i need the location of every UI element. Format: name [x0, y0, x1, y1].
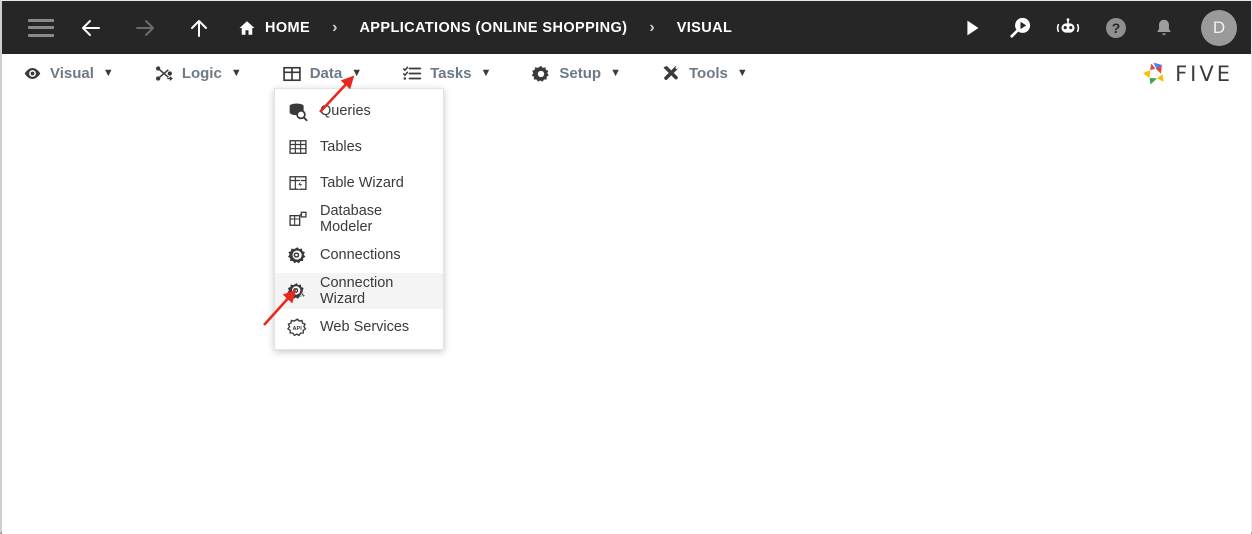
menu-item-data[interactable]: Data ▼ — [282, 64, 362, 84]
breadcrumb-item-applications[interactable]: APPLICATIONS (ONLINE SHOPPING) — [359, 20, 627, 36]
top-navigation-bar: HOME › APPLICATIONS (ONLINE SHOPPING) › … — [2, 1, 1251, 57]
menu-option-tables[interactable]: Tables — [275, 129, 443, 165]
menu-item-tools[interactable]: Tools ▼ — [661, 64, 748, 84]
chevron-down-icon: ▼ — [102, 67, 114, 79]
menu-option-database-modeler[interactable]: Database Modeler — [275, 201, 443, 237]
assistant-button[interactable] — [1051, 11, 1085, 45]
up-button[interactable] — [182, 11, 216, 45]
back-button[interactable] — [74, 11, 108, 45]
help-button[interactable]: ? — [1099, 11, 1133, 45]
application-window: HOME › APPLICATIONS (ONLINE SHOPPING) › … — [0, 0, 1252, 534]
breadcrumb-separator: › — [332, 18, 338, 36]
chevron-down-icon: ▼ — [480, 67, 492, 79]
five-pinwheel-icon — [1143, 62, 1164, 84]
svg-text:?: ? — [1112, 20, 1121, 36]
menu-label-logic: Logic — [181, 65, 222, 82]
gear-icon — [531, 64, 551, 84]
menu-option-connection-wizard[interactable]: Connection Wizard — [275, 273, 443, 309]
menu-label-data: Data — [309, 65, 343, 82]
home-icon — [239, 20, 255, 35]
table-grid-icon — [287, 137, 308, 158]
table-wizard-icon — [287, 173, 308, 194]
topbar-actions: ? D — [955, 9, 1237, 46]
menu-label-setup: Setup — [559, 65, 602, 82]
run-button[interactable] — [955, 11, 989, 45]
connection-wizard-icon — [287, 281, 308, 302]
forward-arrow-icon — [136, 19, 154, 36]
menu-label-visual: Visual — [50, 65, 94, 82]
breadcrumb-separator-2: › — [649, 18, 655, 36]
menu-option-web-services[interactable]: API Web Services — [275, 309, 443, 345]
chevron-down-icon: ▼ — [610, 67, 621, 79]
avatar[interactable]: D — [1201, 9, 1237, 46]
menu-item-tasks[interactable]: Tasks ▼ — [402, 64, 491, 84]
menu-option-label-tables: Tables — [320, 139, 362, 155]
bell-icon — [1157, 19, 1171, 35]
back-arrow-icon — [82, 19, 100, 36]
main-canvas — [2, 94, 1251, 534]
tools-icon — [661, 64, 681, 84]
menu-option-label-web-services: Web Services — [320, 319, 410, 335]
up-arrow-icon — [191, 19, 207, 37]
forward-button[interactable] — [128, 11, 162, 45]
menu-label-tasks: Tasks — [430, 65, 472, 82]
menu-item-logic[interactable]: Logic ▼ — [154, 64, 242, 84]
database-search-icon — [287, 101, 308, 122]
breadcrumb: HOME › APPLICATIONS (ONLINE SHOPPING) › … — [238, 19, 732, 37]
menu-label-tools: Tools — [688, 65, 728, 82]
chevron-down-icon: ▼ — [351, 67, 363, 79]
data-dropdown-menu: Queries Tables Table Wizard Database Mod… — [274, 88, 444, 350]
menu-item-visual[interactable]: Visual ▼ — [22, 64, 114, 84]
brand-logo: FIVE — [1140, 60, 1233, 88]
menu-option-label-connections: Connections — [320, 247, 401, 263]
table-grid-icon — [282, 64, 302, 84]
menu-option-label-connection-wizard: Connection Wizard — [320, 275, 394, 307]
menu-option-label-table-wizard: Table Wizard — [320, 175, 404, 191]
menu-option-connections[interactable]: Connections — [275, 237, 443, 273]
nodes-icon — [154, 64, 174, 84]
breadcrumb-label-applications: APPLICATIONS (ONLINE SHOPPING) — [359, 19, 628, 36]
api-icon: API — [287, 317, 308, 338]
connections-icon — [287, 245, 308, 266]
play-icon — [967, 20, 979, 35]
eye-icon — [22, 64, 42, 84]
hamburger-icon — [28, 18, 54, 37]
notifications-button[interactable] — [1147, 11, 1181, 45]
svg-text:API: API — [292, 325, 302, 331]
search-run-button[interactable] — [1003, 11, 1037, 45]
menu-option-label-queries: Queries — [320, 103, 371, 119]
checklist-icon — [402, 64, 422, 84]
search-play-icon — [1009, 17, 1030, 38]
hamburger-menu-button[interactable] — [24, 11, 58, 45]
database-modeler-icon — [287, 209, 308, 230]
breadcrumb-label-visual: VISUAL — [676, 19, 733, 36]
menu-item-setup[interactable]: Setup ▼ — [531, 64, 621, 84]
menu-option-queries[interactable]: Queries — [275, 93, 443, 129]
question-circle-icon: ? — [1106, 17, 1126, 38]
menu-option-table-wizard[interactable]: Table Wizard — [275, 165, 443, 201]
breadcrumb-label-home: HOME — [265, 19, 311, 36]
robot-icon — [1056, 17, 1080, 33]
breadcrumb-item-home[interactable]: HOME — [238, 19, 310, 37]
navigation-arrows — [74, 11, 216, 45]
brand-name: FIVE — [1175, 61, 1233, 86]
chevron-down-icon: ▼ — [736, 67, 748, 79]
chevron-down-icon: ▼ — [230, 67, 242, 79]
main-menu-bar: Visual ▼ Logic ▼ Data ▼ Tasks ▼ Setup ▼ … — [2, 54, 1251, 94]
menu-option-label-database-modeler: Database Modeler — [320, 203, 383, 235]
breadcrumb-item-visual[interactable]: VISUAL — [677, 20, 733, 36]
